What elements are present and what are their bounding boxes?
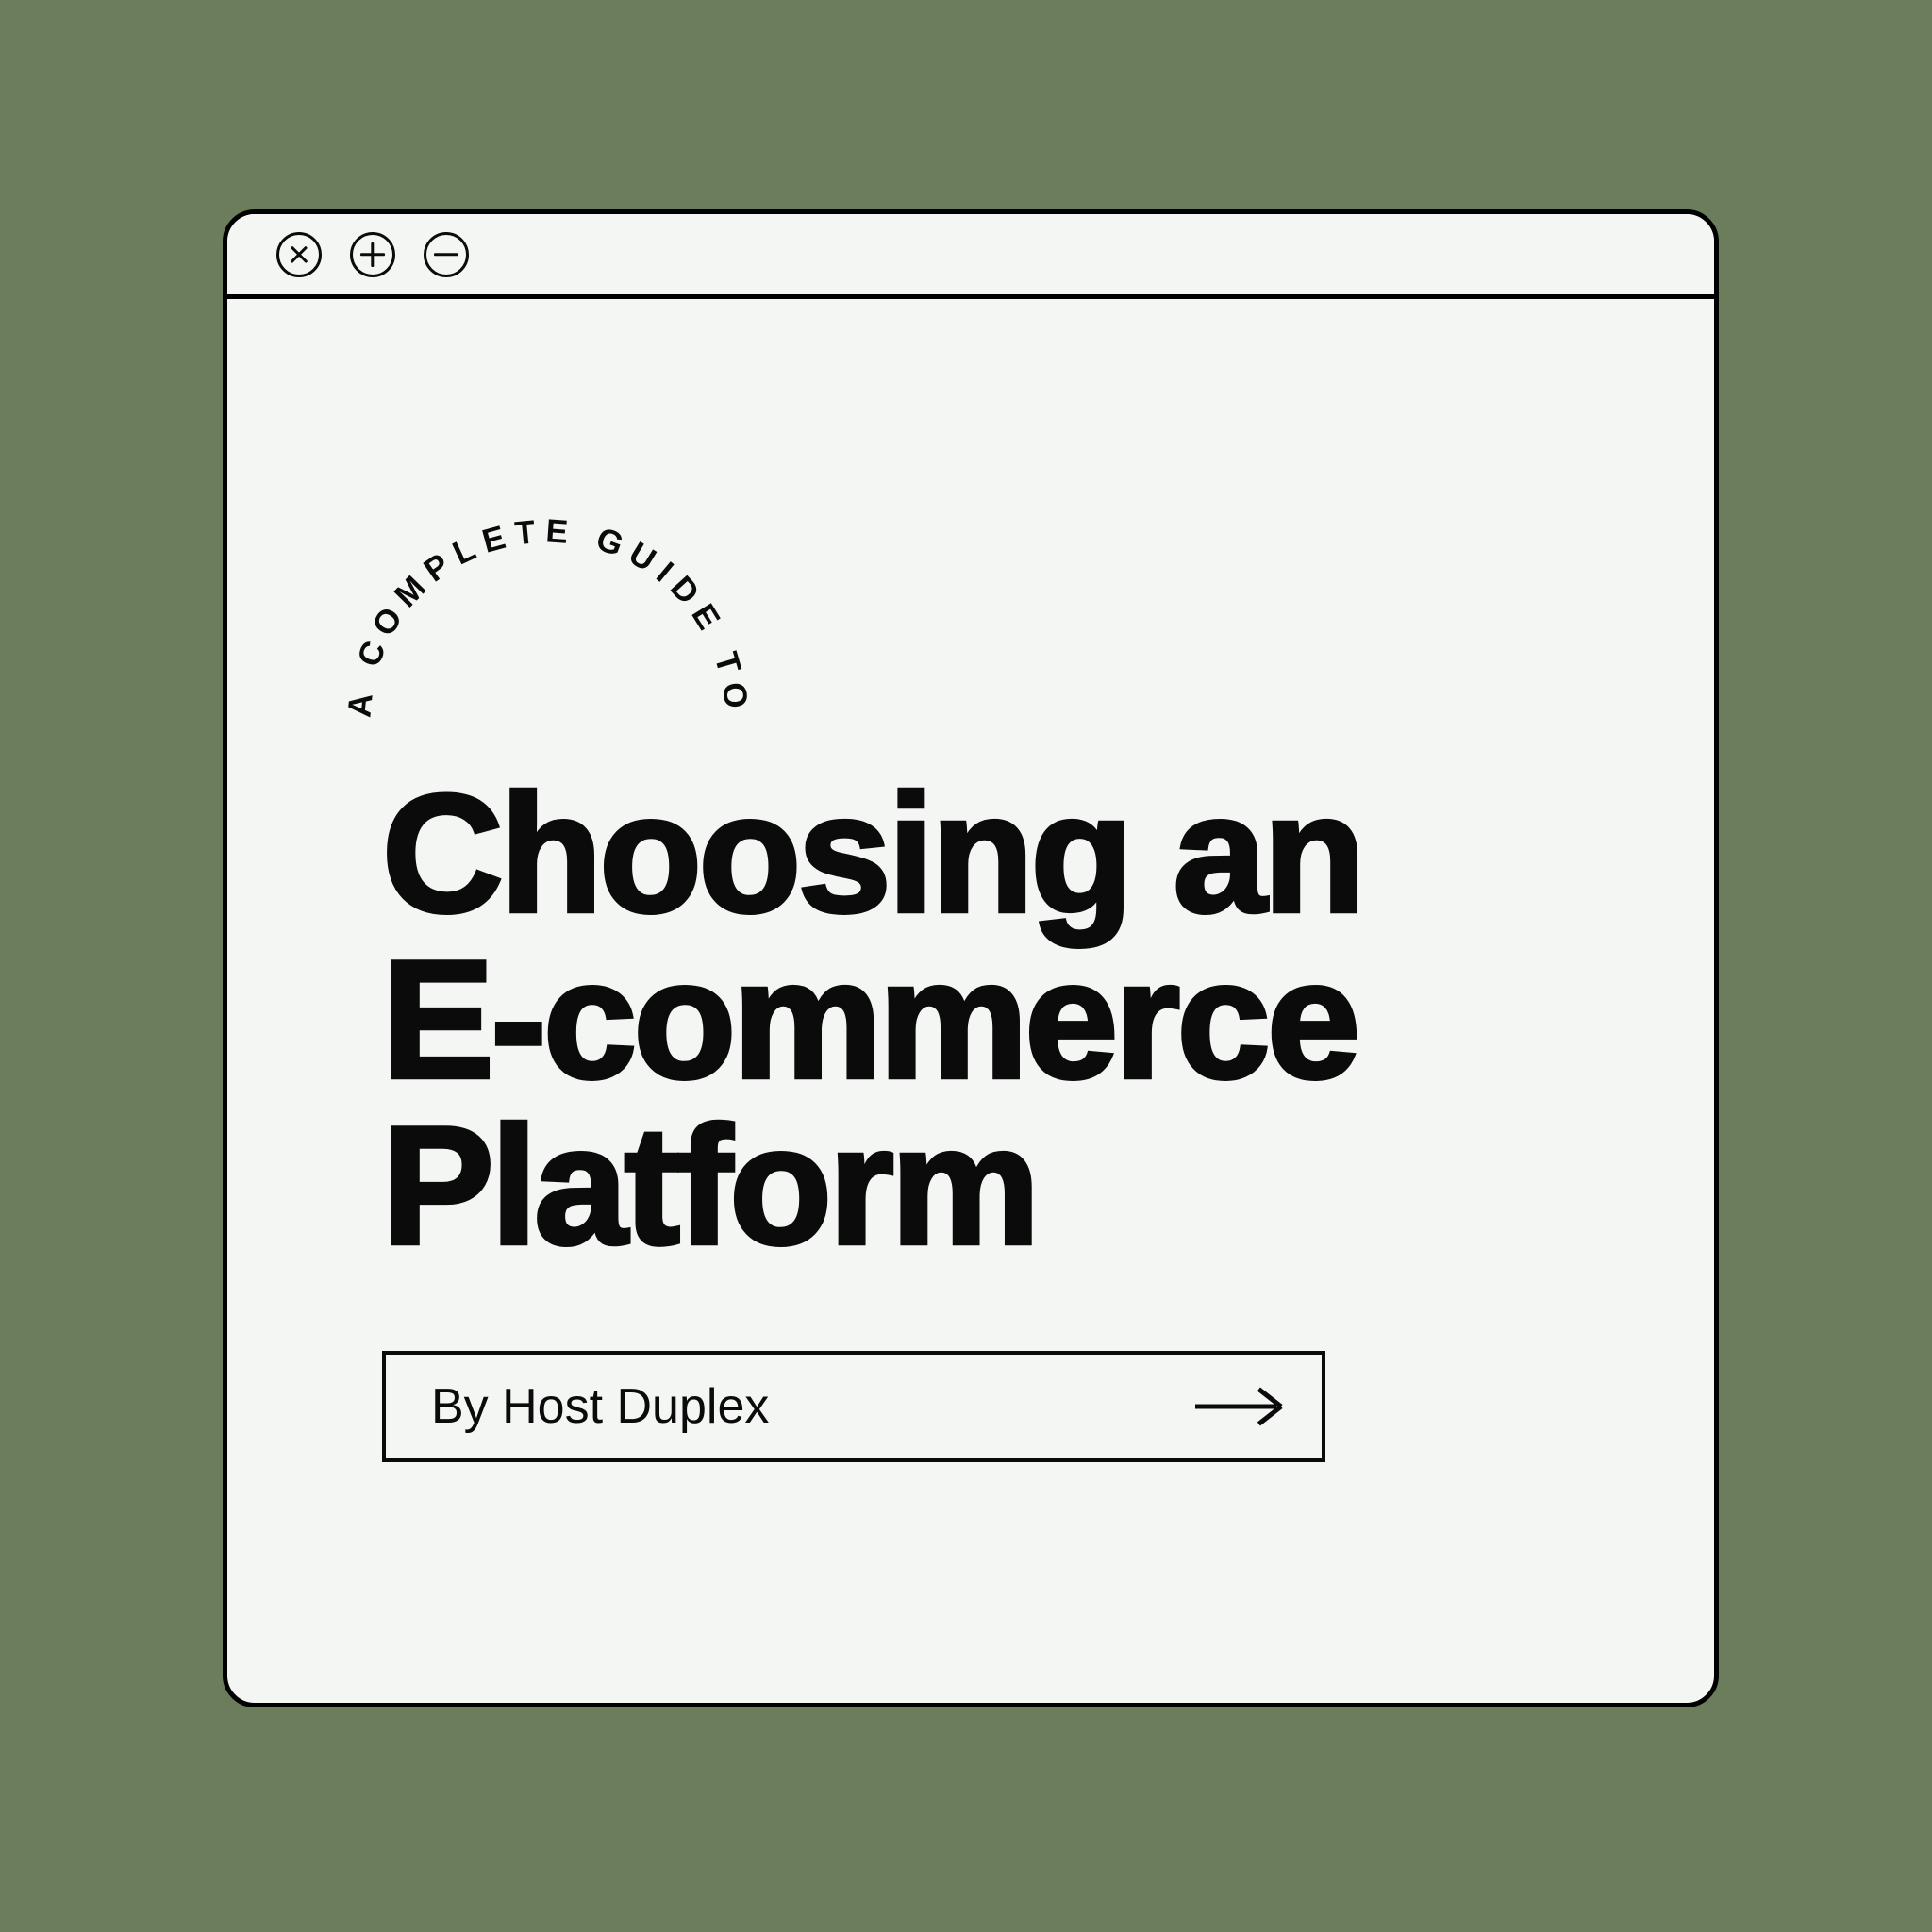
minus-icon[interactable] <box>424 231 469 277</box>
headline-line-3: Platform <box>380 1091 1042 1280</box>
window-content: A COMPLETE GUIDE TO Choosing an E-commer… <box>227 299 1714 1703</box>
browser-window-card: A COMPLETE GUIDE TO Choosing an E-commer… <box>223 209 1719 1707</box>
headline-line-1: Choosing an <box>380 759 1368 947</box>
close-icon[interactable] <box>276 231 322 277</box>
window-titlebar <box>227 214 1714 299</box>
plus-icon[interactable] <box>350 231 395 277</box>
arrow-right-icon <box>1195 1386 1283 1427</box>
eyebrow-arc-text: A COMPLETE GUIDE TO <box>341 450 746 733</box>
author-cta-button[interactable]: By Host Duplex <box>382 1351 1325 1462</box>
arc-text-label: A COMPLETE GUIDE TO <box>341 512 755 719</box>
author-label: By Host Duplex <box>431 1379 770 1434</box>
headline-line-2: E-commerce <box>380 925 1363 1114</box>
arc-text-svg: A COMPLETE GUIDE TO <box>341 512 746 719</box>
page-title: Choosing an E-commerce Platform <box>380 759 1608 1280</box>
